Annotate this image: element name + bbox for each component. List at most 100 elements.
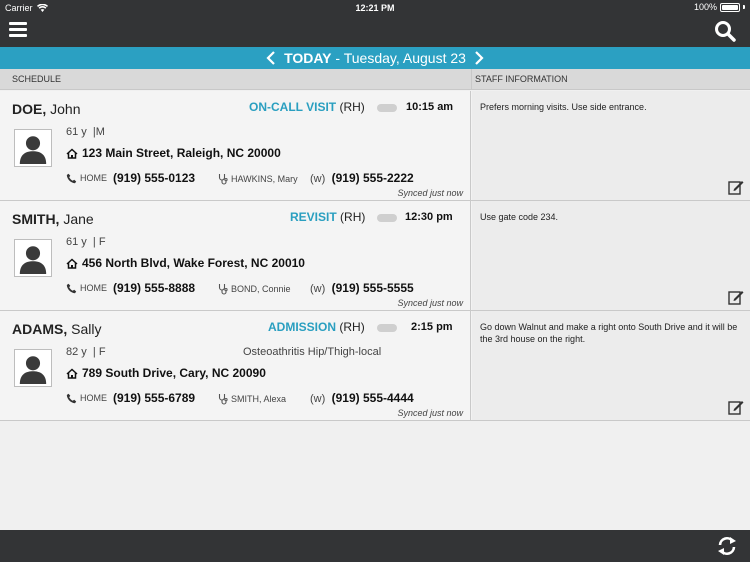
- home-phone-number: (919) 555-6789: [113, 391, 196, 405]
- visit-type: ADMISSION (RH): [268, 320, 365, 334]
- home-phone-number: (919) 555-8888: [113, 281, 196, 295]
- staff-information-header: STAFF INFORMATION: [475, 74, 568, 84]
- visit-type: ON-CALL VISIT (RH): [249, 100, 365, 114]
- address-text: 123 Main Street, Raleigh, NC 20000: [82, 146, 281, 160]
- phone-icon: [66, 393, 77, 403]
- patient-diagnosis: Osteoathritis Hip/Thigh-local: [243, 346, 382, 358]
- patient-avatar: [14, 129, 52, 167]
- stethoscope-icon: [218, 284, 228, 295]
- home-phone[interactable]: HOME (919) 555-8888: [66, 281, 195, 295]
- edit-note-icon[interactable]: [728, 289, 744, 305]
- work-phone[interactable]: (w) (919) 555-4444: [310, 391, 414, 405]
- visit-type: REVISIT (RH): [290, 210, 365, 224]
- current-date: TODAY - Tuesday, August 23: [0, 50, 750, 66]
- home-phone-number: (919) 555-0123: [113, 171, 196, 185]
- patient-address[interactable]: 789 South Drive, Cary, NC 20090: [66, 366, 266, 380]
- work-phone-label: (w): [310, 393, 326, 405]
- home-phone-label: HOME: [80, 393, 107, 403]
- stethoscope-icon: [218, 394, 228, 405]
- work-phone[interactable]: (w) (919) 555-2222: [310, 171, 414, 185]
- home-phone[interactable]: HOME (919) 555-6789: [66, 391, 195, 405]
- visit-code: (RH): [340, 210, 366, 224]
- patient-first-name: Sally: [71, 321, 102, 337]
- visit-type-label: REVISIT: [290, 210, 337, 224]
- patient-first-name: Jane: [63, 211, 94, 227]
- person-silhouette-icon: [17, 132, 49, 164]
- date-separator: -: [331, 50, 344, 66]
- work-phone-label: (w): [310, 173, 326, 185]
- status-bar: Carrier 12:21 PM 100%: [0, 0, 750, 16]
- schedule-cell[interactable]: ADAMS, Sally ADMISSION (RH) 2:15 pm 82 y…: [0, 311, 471, 420]
- patient-address[interactable]: 123 Main Street, Raleigh, NC 20000: [66, 146, 281, 160]
- patient-avatar: [14, 239, 52, 277]
- schedule-cell[interactable]: SMITH, Jane REVISIT (RH) 12:30 pm 61 y |…: [0, 201, 471, 310]
- home-phone[interactable]: HOME (919) 555-0123: [66, 171, 195, 185]
- patient-address[interactable]: 456 North Blvd, Wake Forest, NC 20010: [66, 256, 305, 270]
- patient-gender: | F: [92, 346, 106, 358]
- staff-information-note: Prefers morning visits. Use side entranc…: [480, 102, 647, 112]
- visit-row[interactable]: ADAMS, Sally ADMISSION (RH) 2:15 pm 82 y…: [0, 311, 750, 421]
- patient-demographics: 82 y | F: [66, 346, 106, 358]
- visit-row[interactable]: DOE, John ON-CALL VISIT (RH) 10:15 am 61…: [0, 91, 750, 201]
- schedule-header: SCHEDULE: [12, 74, 62, 84]
- home-phone-label: HOME: [80, 283, 107, 293]
- patient-name: DOE, John: [12, 101, 80, 117]
- patient-last-name: SMITH,: [12, 211, 60, 227]
- visit-code: (RH): [339, 100, 365, 114]
- patient-age: 82 y: [66, 346, 87, 358]
- search-icon[interactable]: [714, 20, 736, 42]
- patient-first-name: John: [50, 101, 81, 117]
- staff-information-note: Go down Walnut and make a right onto Sou…: [480, 322, 738, 344]
- visit-status-toggle[interactable]: [377, 324, 397, 332]
- visit-time: 2:15 pm: [411, 321, 453, 333]
- work-phone-number: (919) 555-5555: [331, 281, 414, 295]
- patient-name: SMITH, Jane: [12, 211, 94, 227]
- phone-icon: [66, 173, 77, 183]
- patient-demographics: 61 y |M: [66, 126, 105, 138]
- patient-last-name: DOE,: [12, 101, 47, 117]
- edit-note-icon[interactable]: [728, 179, 744, 195]
- address-text: 456 North Blvd, Wake Forest, NC 20010: [82, 256, 305, 270]
- battery-icon: [720, 2, 740, 12]
- home-icon: [66, 367, 78, 379]
- bottom-toolbar: [0, 530, 750, 562]
- schedule-cell[interactable]: DOE, John ON-CALL VISIT (RH) 10:15 am 61…: [0, 91, 471, 200]
- work-phone-number: (919) 555-2222: [331, 171, 414, 185]
- person-silhouette-icon: [17, 352, 49, 384]
- hamburger-menu-button[interactable]: [9, 22, 27, 40]
- phone-icon: [66, 283, 77, 293]
- work-phone[interactable]: (w) (919) 555-5555: [310, 281, 414, 295]
- assigned-clinician: HAWKINS, Mary: [218, 173, 298, 185]
- visit-code: (RH): [339, 320, 365, 334]
- status-time: 12:21 PM: [355, 3, 395, 13]
- staff-information-cell: Use gate code 234.: [472, 201, 750, 310]
- patient-gender: | F: [92, 236, 106, 248]
- patient-avatar: [14, 349, 52, 387]
- person-silhouette-icon: [17, 242, 49, 274]
- top-toolbar: [0, 16, 750, 47]
- clinician-name: HAWKINS, Mary: [231, 174, 298, 184]
- assigned-clinician: SMITH, Alexa: [218, 393, 286, 405]
- patient-name: ADAMS, Sally: [12, 321, 101, 337]
- staff-information-cell: Prefers morning visits. Use side entranc…: [472, 91, 750, 200]
- patient-last-name: ADAMS,: [12, 321, 68, 337]
- stethoscope-icon: [218, 174, 228, 185]
- patient-age: 61 y: [66, 126, 87, 138]
- battery-percent: 100%: [693, 2, 717, 12]
- next-day-chevron-icon[interactable]: [472, 50, 486, 66]
- sync-status: Synced just now: [397, 298, 463, 308]
- home-phone-label: HOME: [80, 173, 107, 183]
- visit-time: 12:30 pm: [405, 211, 453, 223]
- work-phone-number: (919) 555-4444: [331, 391, 414, 405]
- sync-icon[interactable]: [716, 536, 738, 556]
- patient-demographics: 61 y | F: [66, 236, 106, 248]
- address-text: 789 South Drive, Cary, NC 20090: [82, 366, 266, 380]
- date-navigator: TODAY - Tuesday, August 23: [0, 47, 750, 69]
- visit-status-toggle[interactable]: [377, 104, 397, 112]
- visit-row[interactable]: SMITH, Jane REVISIT (RH) 12:30 pm 61 y |…: [0, 201, 750, 311]
- date-label: Tuesday, August 23: [343, 50, 466, 66]
- visit-status-toggle[interactable]: [377, 214, 397, 222]
- sync-status: Synced just now: [397, 408, 463, 418]
- edit-note-icon[interactable]: [728, 399, 744, 415]
- clinician-name: SMITH, Alexa: [231, 394, 287, 404]
